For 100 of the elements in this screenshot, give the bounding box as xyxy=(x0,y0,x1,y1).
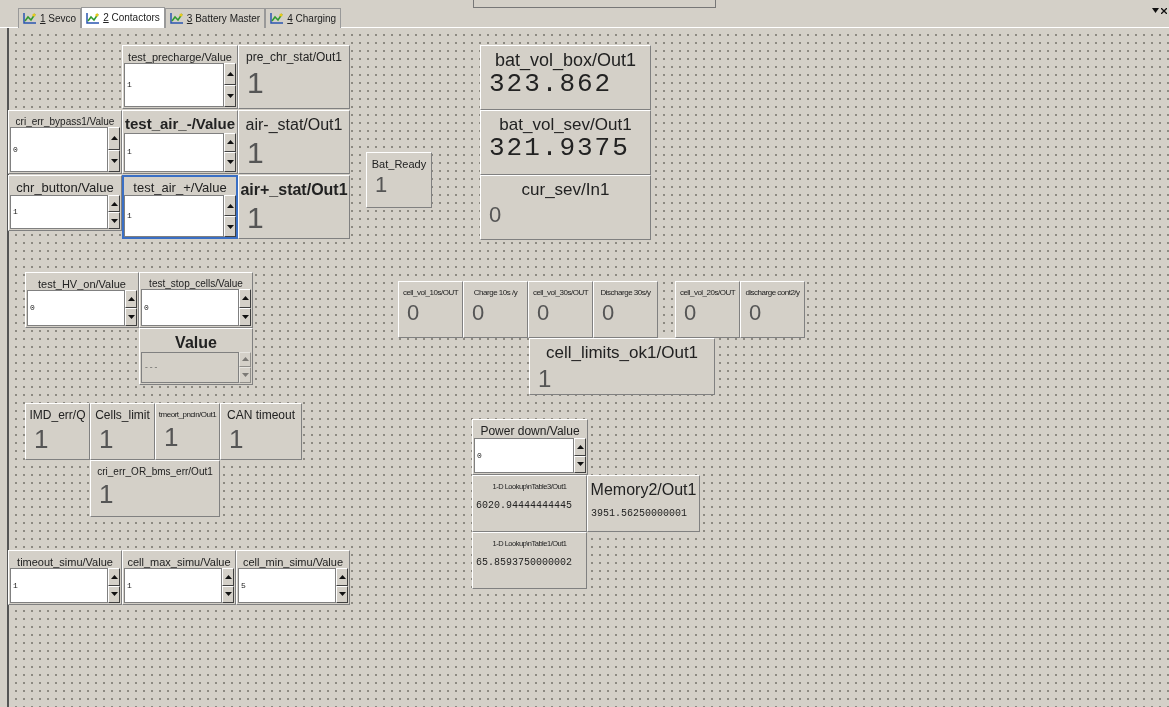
widget-label: tmeort_pncin/Out1 xyxy=(157,409,218,420)
value-readout: 0 xyxy=(488,203,503,226)
up-arrow-icon xyxy=(110,574,118,579)
tab[interactable]: 3 Battery Master xyxy=(164,8,266,28)
down-arrow-icon xyxy=(338,592,346,597)
down-arrow-icon xyxy=(241,314,249,319)
tab[interactable]: 4 Charging xyxy=(265,8,342,28)
widget-label: cri_err_OR_bms_err/Out1 xyxy=(96,465,214,477)
value-readout: 1 xyxy=(98,481,115,507)
down-arrow-icon xyxy=(110,592,118,597)
widget-label: Bat_Ready xyxy=(370,157,428,171)
spin-up-button[interactable] xyxy=(239,289,251,308)
tab[interactable]: 2 Contactors xyxy=(81,7,165,28)
widget-label: test_air_-/Value xyxy=(123,114,237,133)
widget-label: cell_limits_ok1/Out1 xyxy=(544,342,700,363)
down-arrow-icon xyxy=(241,373,249,378)
spin-down-button[interactable] xyxy=(224,216,236,237)
input-field[interactable]: 1 xyxy=(124,568,222,603)
input-field[interactable]: 0 xyxy=(141,289,239,326)
value-readout: 0 xyxy=(471,301,486,324)
value-readout: 0 xyxy=(536,301,551,324)
dropdown-icon[interactable] xyxy=(1152,8,1159,13)
widget-label: CAN timeout xyxy=(226,407,296,423)
widget-label: Value xyxy=(174,333,218,352)
widget-label: cell_vol_20s/OUT xyxy=(678,287,737,298)
input-field[interactable]: 1 xyxy=(124,195,224,237)
input-field[interactable]: 0 xyxy=(474,438,574,473)
widget-label: pre_chr_stat/Out1 xyxy=(244,49,344,65)
up-arrow-icon xyxy=(241,296,249,301)
widget-label: test_HV_on/Value xyxy=(37,277,127,291)
value-readout: 0 xyxy=(683,301,698,324)
value-readout: 1 xyxy=(246,202,265,233)
value-readout: 6020.94444444445 xyxy=(475,501,573,512)
chart-icon xyxy=(169,12,184,24)
down-arrow-icon xyxy=(226,160,234,165)
spin-down-button[interactable] xyxy=(108,212,120,229)
spin-down-button[interactable] xyxy=(108,149,120,172)
down-arrow-icon xyxy=(110,158,118,163)
up-arrow-icon xyxy=(338,574,346,579)
spin-down-button[interactable] xyxy=(224,85,236,107)
widget-label: air+_stat/Out1 xyxy=(239,180,349,199)
up-arrow-icon xyxy=(576,444,584,449)
value-readout: 0 xyxy=(601,301,616,324)
spin-down-button[interactable] xyxy=(224,152,236,172)
close-icon[interactable] xyxy=(1161,8,1167,14)
up-arrow-icon xyxy=(226,140,234,145)
widget-label: Power down/Value xyxy=(479,423,581,439)
input-field[interactable]: 0 xyxy=(27,290,125,326)
spin-up-button[interactable] xyxy=(224,132,236,153)
widget-label: cri_err_bypass1/Value xyxy=(14,115,116,127)
widget-label: IMD_err/Q xyxy=(28,407,87,423)
input-field[interactable]: 1 xyxy=(124,63,224,107)
widget-label: Charge 10s /y xyxy=(472,287,519,298)
value-readout: 0 xyxy=(748,301,763,324)
input-field[interactable]: 1 xyxy=(124,132,224,172)
input-field[interactable]: 1 xyxy=(10,195,108,229)
text-field[interactable] xyxy=(473,0,716,8)
spin-up-button[interactable] xyxy=(108,568,120,586)
spin-up-button[interactable] xyxy=(108,195,120,213)
value-readout: 1 xyxy=(228,426,245,453)
down-arrow-icon xyxy=(576,462,584,467)
up-arrow-icon xyxy=(226,203,234,208)
widget-label: bat_vol_box/Out1 xyxy=(493,49,638,71)
value-readout: 321.9375 xyxy=(488,134,630,161)
spin-up-button[interactable] xyxy=(125,290,137,309)
value-readout: 3951.56250000001 xyxy=(590,508,688,519)
widget-label: Cells_limit xyxy=(94,407,151,423)
input-field[interactable]: 5 xyxy=(238,568,336,603)
value-readout: 1 xyxy=(163,423,180,450)
input-field[interactable]: 1 xyxy=(10,568,108,603)
spin-up-button[interactable] xyxy=(336,568,348,586)
value-readout: 1 xyxy=(537,366,553,391)
value-readout: 1 xyxy=(374,174,389,197)
spin-up-button[interactable] xyxy=(224,195,236,217)
up-arrow-icon xyxy=(226,72,234,77)
value-readout: 0 xyxy=(406,301,421,324)
widget-label: timeout_simu/Value xyxy=(16,555,114,569)
value-readout: 1 xyxy=(98,426,115,453)
spin-up-button[interactable] xyxy=(222,568,234,586)
tab[interactable]: 1 Sevco xyxy=(18,8,82,28)
chart-icon xyxy=(23,12,37,24)
widget-label: bat_vol_sev/Out1 xyxy=(498,114,633,135)
spin-up-button[interactable] xyxy=(224,63,236,86)
value-readout: 1 xyxy=(33,426,50,453)
chart-icon xyxy=(86,11,101,24)
down-arrow-icon xyxy=(226,224,234,229)
widget-label: discharge cont2/y xyxy=(744,287,801,298)
widget-label: cur_sev/In1 xyxy=(520,179,611,200)
value-readout: 323.862 xyxy=(488,70,613,97)
down-arrow-icon xyxy=(224,592,232,597)
spin-up-button[interactable] xyxy=(574,438,586,456)
spin-down-button[interactable] xyxy=(125,308,137,326)
widget-label: Discharge 30s/y xyxy=(599,287,652,298)
value-readout: 1 xyxy=(246,68,265,99)
widget-label: cell_vol_10s/OUT xyxy=(401,287,460,298)
up-arrow-icon xyxy=(127,297,135,302)
spin-up-button[interactable] xyxy=(108,127,120,150)
widget-label: chr_button/Value xyxy=(15,179,115,196)
chart-icon xyxy=(270,12,285,24)
input-field[interactable]: 0 xyxy=(10,127,108,172)
